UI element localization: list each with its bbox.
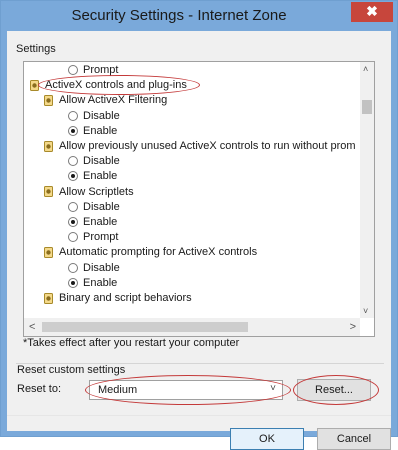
dialog-title: Security Settings - Internet Zone [71,7,287,24]
settings-row-label: Disable [83,109,120,122]
radio-button[interactable] [68,232,78,243]
radio-button[interactable] [68,201,78,212]
radio-button[interactable] [68,217,78,228]
settings-option[interactable]: Prompt [68,230,118,244]
vertical-scrollbar[interactable]: ˄ ˅ [360,62,374,318]
radio-button[interactable] [68,262,78,273]
settings-row-label: Disable [83,200,120,213]
settings-list[interactable]: Prompt ActiveX controls and plug-ins Allow… [23,61,375,337]
radio-button[interactable] [68,171,78,182]
settings-row-label: Disable [83,155,120,168]
settings-row-label: Automatic prompting for ActiveX controls [59,246,258,259]
radio-button[interactable] [68,125,78,136]
scroll-right-icon[interactable]: > [350,321,356,333]
settings-gear-icon [44,292,53,304]
settings-option[interactable]: Enable [68,215,117,229]
reset-to-label: Reset to: [17,383,62,395]
settings-gear-icon [44,140,53,152]
settings-row-label: Allow Scriptlets [59,185,134,198]
ok-button[interactable]: OK [230,428,304,450]
restart-note: *Takes effect after you restart your com… [23,337,240,349]
settings-option[interactable]: Disable [68,109,120,123]
settings-option[interactable]: Enable [68,169,117,183]
dialog-body: Settings Prompt ActiveX controls and plug… [7,31,391,450]
settings-item: Allow Scriptlets [44,185,134,199]
highlight-ellipse-reset-button [293,375,379,405]
settings-row-label: Prompt [83,231,119,244]
settings-group-label: Settings [16,43,56,55]
horizontal-scrollbar[interactable]: < > [24,318,360,336]
footer-divider [7,415,391,417]
radio-button[interactable] [68,110,78,121]
settings-row-label: Allow previously unused ActiveX controls… [59,140,356,152]
settings-list-content: Prompt ActiveX controls and plug-ins Allow… [24,62,360,318]
settings-option[interactable]: Disable [68,200,120,214]
settings-row-label: Enable [83,216,118,228]
cancel-button[interactable]: Cancel [317,428,391,450]
scroll-up-icon[interactable]: ˄ [363,64,368,74]
scroll-left-icon[interactable]: < [29,321,35,333]
settings-row-label: Enable [83,124,118,137]
settings-gear-icon [44,186,53,198]
settings-item: Binary and script behaviors [44,291,192,305]
scroll-down-icon[interactable]: ˅ [363,306,368,316]
settings-item: Allow ActiveX Filtering [44,93,167,107]
settings-gear-icon [44,246,53,258]
highlight-ellipse-reset-level [85,375,291,405]
radio-button[interactable] [68,156,78,167]
settings-row-label: Allow ActiveX Filtering [59,94,168,107]
settings-option[interactable]: Enable [68,276,117,290]
settings-option[interactable]: Disable [68,154,120,168]
settings-option[interactable]: Enable [68,124,117,138]
vertical-scroll-thumb[interactable] [362,100,372,114]
security-settings-dialog: Security Settings - Internet Zone ✖ Sett… [0,0,398,450]
settings-item: Automatic prompting for ActiveX controls [44,245,257,259]
settings-row-label: Binary and script behaviors [59,292,192,304]
horizontal-scroll-thumb[interactable] [42,322,248,332]
close-button[interactable]: ✖ [351,2,393,22]
settings-row-label: Enable [83,170,118,183]
title-bar: Security Settings - Internet Zone ✖ [1,1,397,31]
radio-button[interactable] [68,65,78,76]
settings-row-label: Enable [83,276,118,289]
settings-row-label: Disable [83,261,120,274]
settings-item: Allow previously unused ActiveX controls… [44,139,356,153]
settings-gear-icon [44,94,53,106]
radio-button[interactable] [68,277,78,288]
reset-group-label: Reset custom settings [17,364,126,376]
highlight-ellipse-activex [38,75,200,95]
settings-option[interactable]: Disable [68,261,120,275]
